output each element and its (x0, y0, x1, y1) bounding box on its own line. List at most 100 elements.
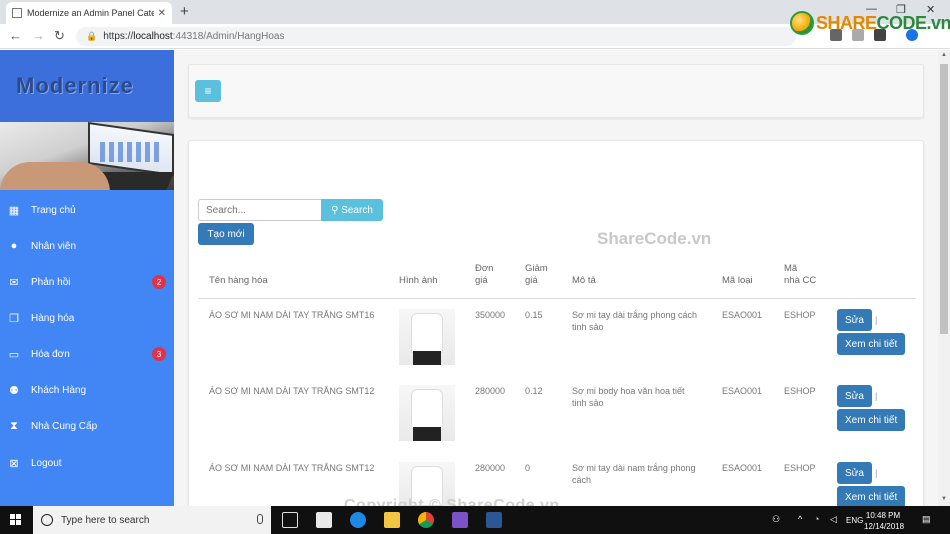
windows-start-icon[interactable] (10, 514, 22, 526)
cortana-icon (41, 514, 53, 526)
scroll-down-icon[interactable]: ▼ (941, 496, 947, 502)
sidebar-item-label: Phản hồi (31, 276, 71, 288)
detail-button[interactable]: Xem chi tiết (837, 333, 906, 355)
product-name: ÁO SƠ MI NAM DÀI TAY TRẮNG SMT16 (209, 310, 375, 320)
col-header-discount: Giảm giá (525, 263, 548, 286)
sidebar-item-label: Khách Hàng (31, 384, 87, 396)
sidebar-item-logout[interactable]: ⊠ Logout (0, 449, 174, 477)
detail-button[interactable]: Xem chi tiết (837, 486, 906, 508)
grid-icon: ▦ (8, 204, 20, 217)
product-discount: 0.12 (525, 386, 543, 396)
search-button[interactable]: ⚲ Search (321, 199, 383, 221)
word-icon[interactable] (486, 512, 502, 528)
sidebar-item-nhan-vien[interactable]: ● Nhân viên (0, 232, 174, 260)
product-name: ÁO SƠ MI NAM DÀI TAY TRẮNG SMT12 (209, 386, 375, 396)
users-icon: ⚉ (9, 384, 19, 397)
edit-button[interactable]: Sửa (837, 385, 872, 407)
language-indicator[interactable]: ENG (846, 516, 863, 525)
edit-button[interactable]: Sửa (837, 462, 872, 484)
sidebar-item-label: Hàng hóa (31, 312, 75, 324)
notification-center-icon[interactable]: ▤ (922, 514, 931, 525)
sidebar-item-phan-hoi[interactable]: ✉ Phản hồi 2 (0, 268, 174, 296)
top-navbar: ≡ (188, 64, 924, 118)
logo-text-a: SHARE (816, 12, 877, 33)
file-explorer-icon[interactable] (384, 512, 400, 528)
create-button[interactable]: Tạo mới (198, 223, 254, 245)
product-discount: 0.15 (525, 310, 543, 320)
product-image (399, 385, 455, 441)
search-input[interactable] (198, 199, 322, 221)
col-header-category: Mã loại (722, 275, 753, 286)
money-icon: ▭ (8, 348, 20, 361)
col-header-image: Hình ảnh (399, 275, 438, 286)
product-desc: Sơ mi tay dài nam trắng phong cách (572, 463, 696, 485)
task-view-icon[interactable] (282, 512, 298, 528)
separator: | (875, 391, 878, 401)
col-header-supplier: Mã nhà CC (784, 263, 817, 286)
logout-icon: ⊠ (9, 457, 19, 470)
store-icon[interactable] (316, 512, 332, 528)
product-name: ÁO SƠ MI NAM DÀI TAY TRẮNG SMT12 (209, 463, 375, 473)
page-favicon-icon (12, 8, 22, 18)
product-category: ESAO001 (722, 310, 763, 320)
hamburger-icon: ≡ (204, 84, 212, 98)
tray-chevron-icon[interactable]: ^ (798, 514, 802, 524)
people-icon[interactable]: ⚇ (772, 514, 780, 525)
sharecode-logo-icon (790, 11, 814, 35)
scroll-up-icon[interactable]: ▲ (941, 52, 947, 58)
scrollbar-thumb[interactable] (940, 64, 948, 334)
menu-toggle-button[interactable]: ≡ (195, 80, 221, 102)
taskbar-clock[interactable]: 10:48 PM 12/14/2018 (864, 510, 904, 532)
url-path: :44318/Admin/HangHoas (172, 31, 285, 42)
url-field[interactable]: 🔒 https:// localhost :44318/Admin/HangHo… (76, 27, 796, 46)
logo-text-b: CODE.vn (876, 12, 950, 33)
product-category: ESAO001 (722, 386, 763, 396)
product-image (399, 309, 455, 365)
hourglass-icon: ⧗ (10, 419, 18, 432)
vertical-scrollbar[interactable]: ▲ ▼ (938, 50, 950, 506)
window-icon: ❐ (9, 312, 19, 325)
notification-badge: 3 (152, 347, 166, 361)
windows-taskbar: Type here to search ⚇ ^ ◔ ◁ ENG 10:48 PM… (0, 506, 950, 534)
reload-icon[interactable]: ↻ (54, 28, 65, 44)
sidebar-banner-image (0, 122, 174, 190)
forward-icon[interactable]: → (32, 28, 45, 43)
back-icon[interactable]: ← (9, 28, 22, 43)
col-header-name: Tên hàng hóa (209, 275, 268, 286)
product-desc: Sơ mi body hoa văn hoa tiết tinh sảo (572, 386, 685, 408)
browser-tab[interactable]: Modernize an Admin Panel Categ ✕ (6, 2, 172, 24)
sidebar-item-hoa-don[interactable]: ▭ Hóa đơn 3 (0, 340, 174, 368)
product-category: ESAO001 (722, 463, 763, 473)
sidebar: Modernize ▦ Trang chủ ● Nhân viên ✉ Phản… (0, 50, 174, 506)
product-supplier: ESHOP (784, 463, 816, 473)
visual-studio-icon[interactable] (452, 512, 468, 528)
wifi-icon[interactable]: ◔ (814, 514, 819, 524)
product-discount: 0 (525, 463, 531, 473)
taskbar-search-box[interactable]: Type here to search (33, 506, 271, 534)
microphone-icon[interactable] (257, 514, 263, 524)
volume-icon[interactable]: ◁ (830, 514, 837, 525)
sidebar-item-hang-hoa[interactable]: ❐ Hàng hóa (0, 304, 174, 332)
lock-icon: 🔒 (86, 31, 98, 41)
separator: | (875, 315, 878, 325)
product-supplier: ESHOP (784, 310, 816, 320)
brand-logo[interactable]: Modernize (0, 50, 174, 122)
sidebar-item-trang-chu[interactable]: ▦ Trang chủ (0, 196, 174, 224)
sidebar-item-nha-cung-cap[interactable]: ⧗ Nhà Cung Cấp (0, 412, 174, 440)
edge-icon[interactable] (350, 512, 366, 528)
mail-icon: ✉ (9, 276, 19, 289)
chrome-icon[interactable] (418, 512, 434, 528)
table-header-divider (198, 298, 916, 299)
product-price: 350000 (475, 310, 506, 320)
separator: | (875, 468, 878, 478)
url-host: localhost (133, 31, 173, 42)
close-tab-icon[interactable]: ✕ (158, 8, 166, 19)
sidebar-item-label: Logout (31, 457, 62, 469)
taskbar-search-text: Type here to search (61, 514, 150, 526)
sidebar-item-khach-hang[interactable]: ⚉ Khách Hàng (0, 376, 174, 404)
edit-button[interactable]: Sửa (837, 309, 872, 331)
product-price: 280000 (475, 386, 506, 396)
main-area: ≡ ⚲ Search Tạo mới ShareCode.vn Tên hàng… (174, 50, 938, 520)
new-tab-icon[interactable]: + (180, 3, 189, 20)
detail-button[interactable]: Xem chi tiết (837, 409, 906, 431)
